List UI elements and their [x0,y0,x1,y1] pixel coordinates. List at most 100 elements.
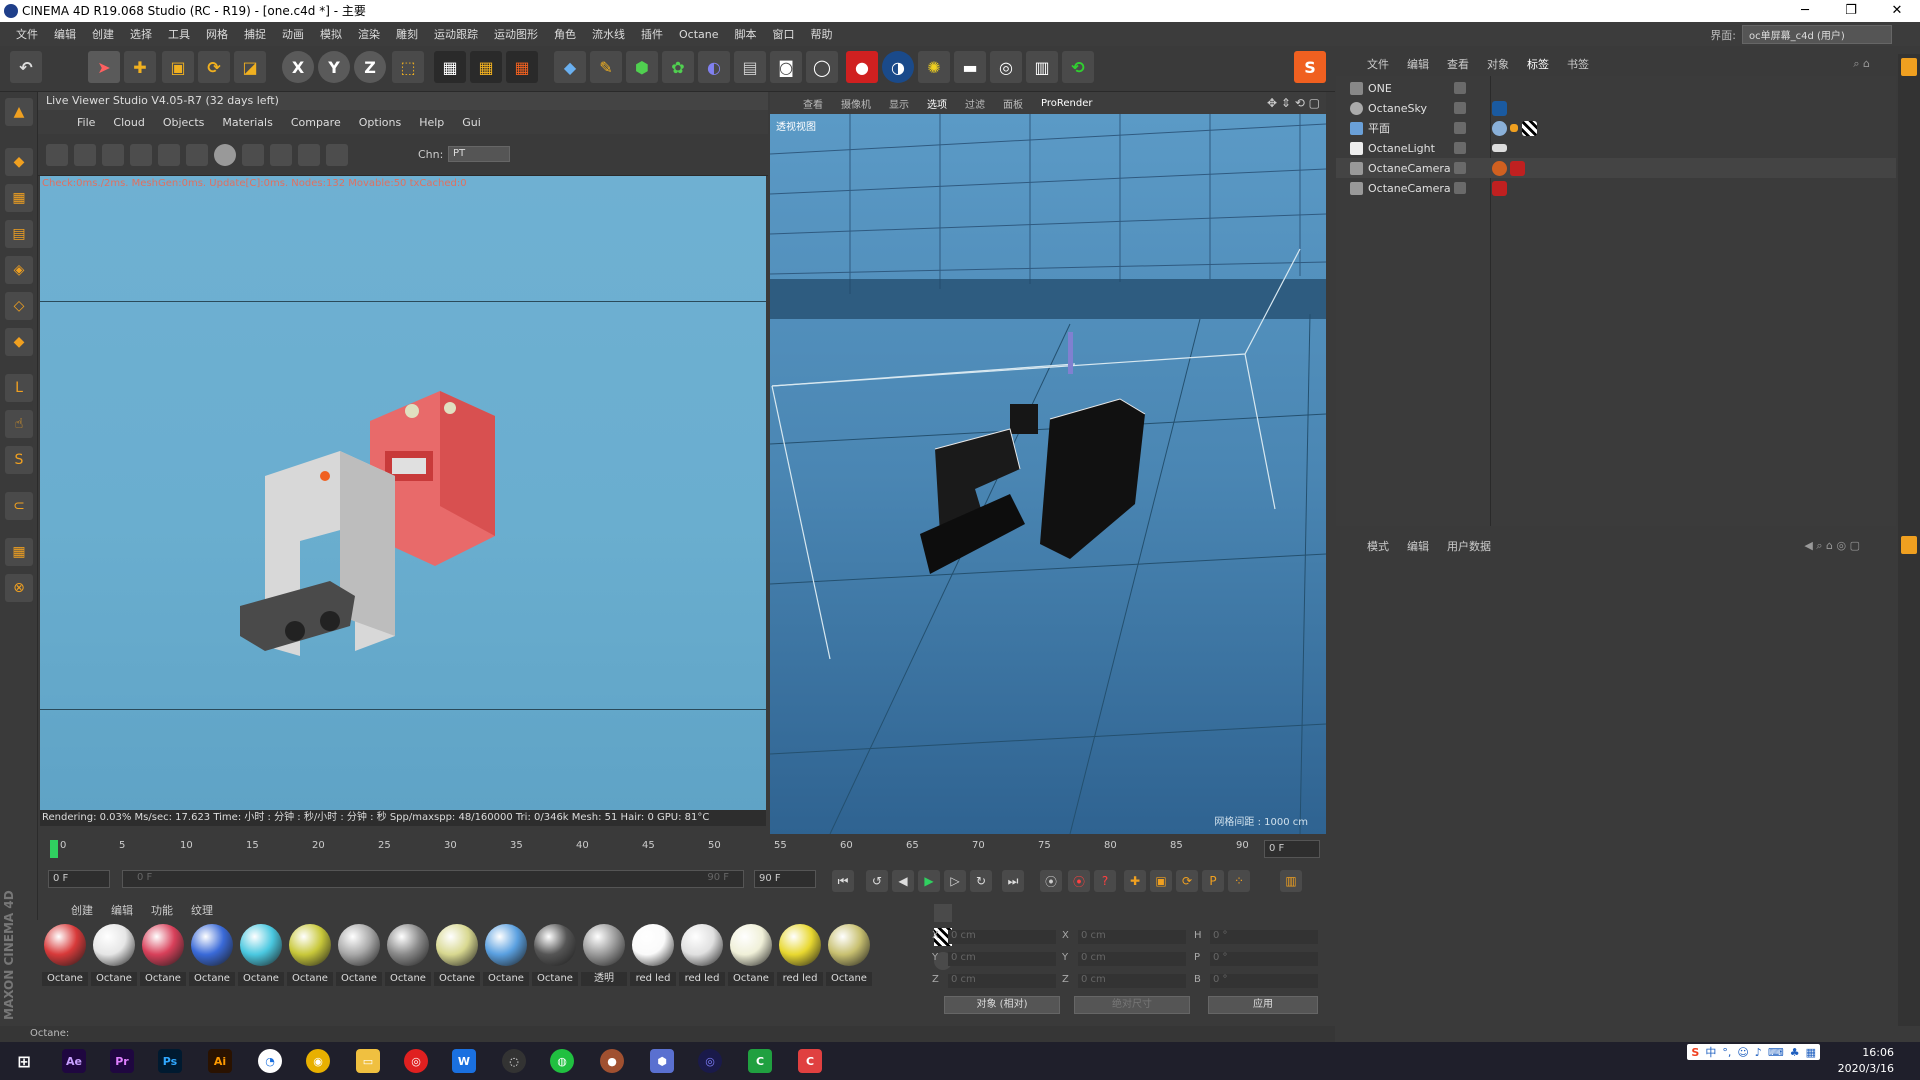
checker-tag-icon[interactable] [1522,120,1537,136]
rot-p-field[interactable]: 0 ° [1210,952,1318,966]
octane-settings-icon[interactable]: ▥ [1026,51,1058,83]
workplane-icon[interactable]: ▤ [5,220,33,248]
coord-tool-icon[interactable] [934,904,952,922]
perspective-viewport[interactable]: 透视视图 网格间距: 1000 cm [770,114,1326,834]
loop-back-icon[interactable]: ↺ [866,870,888,892]
lv-settings-gear-icon[interactable] [158,144,180,166]
model-mode-icon[interactable]: ◆ [5,148,33,176]
menu-snap[interactable]: 捕捉 [236,26,274,42]
viewport-nav-icons[interactable]: ✥ ⇕ ⟲ ▢ [1267,96,1320,110]
octane-sun-icon[interactable]: ✺ [918,51,950,83]
netease-music-icon[interactable]: ◎ [404,1049,428,1073]
chrome-icon[interactable]: ◉ [306,1049,330,1073]
lv-pick-focus-icon[interactable] [298,144,320,166]
autokey-icon[interactable]: ? [1094,870,1116,892]
max-frame-field[interactable]: 90 F [754,870,816,888]
maximize-button[interactable]: ❐ [1828,0,1874,22]
menu-octane[interactable]: Octane [671,28,727,41]
premiere-icon[interactable]: Pr [110,1049,134,1073]
dock-attribute-tab-icon[interactable] [1901,536,1917,554]
goto-end-icon[interactable]: ⏭ [1002,870,1024,892]
emoji-icon[interactable]: ☺ [1737,1046,1748,1059]
keyboard-icon[interactable]: ⌨ [1768,1046,1784,1059]
menu-mesh[interactable]: 网格 [198,26,236,42]
mic-icon[interactable]: ♪ [1755,1046,1762,1059]
material-item[interactable]: red led [630,924,676,986]
plugin-s-icon[interactable]: S [1294,51,1326,83]
current-frame-field[interactable]: 0 F [48,870,110,888]
points-mode-icon[interactable]: ◈ [5,256,33,284]
object-row-octanelight[interactable]: OctaneLight [1336,138,1896,158]
key-rotation-icon[interactable]: ⟳ [1176,870,1198,892]
make-editable-icon[interactable]: ▲ [5,98,33,126]
ime-mode-label[interactable]: 中 [1705,1044,1716,1060]
material-item[interactable]: Octane [336,924,382,986]
lv-lock-icon[interactable] [186,144,208,166]
qq-browser-icon[interactable]: ◔ [258,1049,282,1073]
mat-menu-function[interactable]: 功能 [142,902,182,918]
undo-icon[interactable]: ↶ [10,51,42,83]
octane-refresh-icon[interactable]: ⟲ [1062,51,1094,83]
rotate-icon[interactable]: ⟳ [198,51,230,83]
visibility-flag[interactable] [1454,182,1466,194]
octane-camera-icon[interactable]: ◎ [990,51,1022,83]
vp-menu-camera[interactable]: 摄像机 [832,96,880,111]
recent-tool-icon[interactable]: ◪ [234,51,266,83]
size-z-field[interactable]: 0 cm [1078,974,1186,988]
material-item[interactable]: Octane [189,924,235,986]
material-item[interactable]: Octane [826,924,872,986]
vp-menu-prorender[interactable]: ProRender [1032,98,1101,109]
pen-icon[interactable]: ✎ [590,51,622,83]
menu-pipeline[interactable]: 流水线 [584,26,633,42]
steam-icon[interactable]: ◌ [502,1049,526,1073]
am-menu-edit[interactable]: 编辑 [1398,538,1438,554]
apply-button[interactable]: 应用 [1208,996,1318,1014]
lv-pick-white-icon[interactable] [326,144,348,166]
visibility-flag[interactable] [1454,82,1466,94]
channel-dropdown[interactable]: PT [448,146,510,162]
file-explorer-icon[interactable]: ▭ [356,1049,380,1073]
rot-h-field[interactable]: 0 ° [1210,930,1318,944]
menu-window[interactable]: 窗口 [765,26,803,42]
vp-menu-view[interactable]: 查看 [794,96,832,111]
object-row-octanecamera-2[interactable]: OctaneCamera [1336,178,1896,198]
mat-menu-create[interactable]: 创建 [62,902,102,918]
size-mode-dropdown[interactable]: 绝对尺寸 [1074,996,1190,1014]
select-arrow-icon[interactable]: ➤ [88,51,120,83]
mat-menu-edit[interactable]: 编辑 [102,902,142,918]
am-nav-icons[interactable]: ◀ ⌕ ⌂ ◎ ▢ [1804,539,1860,553]
menu-character[interactable]: 角色 [546,26,584,42]
windows-start-icon[interactable]: ⊞ [12,1049,36,1073]
visibility-flag[interactable] [1454,122,1466,134]
word-icon[interactable]: W [452,1049,476,1073]
photoshop-icon[interactable]: Ps [158,1049,182,1073]
lv-material-ball-icon[interactable] [214,144,236,166]
live-viewer-render[interactable]: Check:0ms./2ms. MeshGen:0ms. Update[C]:0… [40,176,766,810]
cloner-icon[interactable]: ✿ [662,51,694,83]
timeline-ruler[interactable]: 0 5 10 15 20 25 30 35 40 45 50 55 60 65 … [40,836,1326,862]
camtasia-icon[interactable]: C [748,1049,772,1073]
loop-forward-icon[interactable]: ↻ [970,870,992,892]
subdivision-icon[interactable]: ⬢ [626,51,658,83]
light-bulb-icon[interactable]: ◯ [806,51,838,83]
size-y-field[interactable]: 0 cm [1078,952,1186,966]
vp-menu-panel[interactable]: 面板 [994,96,1032,111]
polygons-mode-icon[interactable]: ◆ [5,328,33,356]
lv-menu-help[interactable]: Help [410,116,453,129]
tweak-mode-icon[interactable]: ☝ [5,410,33,438]
material-item[interactable]: Octane [287,924,333,986]
menu-render[interactable]: 渲染 [350,26,388,42]
illustrator-icon[interactable]: Ai [208,1049,232,1073]
visibility-flag[interactable] [1454,162,1466,174]
material-item[interactable]: Octane [42,924,88,986]
material-item[interactable]: Octane [434,924,480,986]
light-tag-icon[interactable] [1492,144,1507,152]
solo-icon[interactable]: ⊗ [5,574,33,602]
lv-menu-materials[interactable]: Materials [213,116,281,129]
toolbox-icon[interactable]: ▦ [1806,1046,1816,1059]
material-item[interactable]: 透明 [581,924,627,986]
menu-select[interactable]: 选择 [122,26,160,42]
z-axis-icon[interactable]: Z [354,51,386,83]
om-search-icon[interactable]: ⌕ ⌂ [1853,57,1870,71]
cinema4d-ball-icon[interactable]: ● [600,1049,624,1073]
